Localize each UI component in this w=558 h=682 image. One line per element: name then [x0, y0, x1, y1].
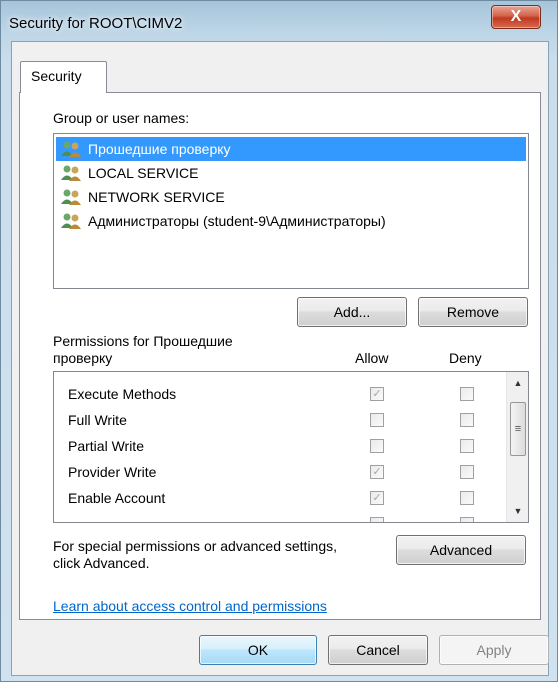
tab-security[interactable]: Security [20, 61, 107, 93]
apply-button[interactable]: Apply [439, 635, 549, 665]
scroll-thumb[interactable]: ≡ [510, 402, 526, 456]
deny-checkbox[interactable] [460, 387, 474, 401]
deny-checkbox[interactable] [460, 439, 474, 453]
ok-button[interactable]: OK [199, 635, 317, 665]
cancel-button[interactable]: Cancel [328, 635, 428, 665]
permission-name: Execute Methods [68, 386, 177, 402]
table-row: Enable Account ✓ [54, 486, 506, 512]
advanced-text-line1: For special permissions or advanced sett… [53, 538, 338, 554]
title-bar[interactable]: Security for ROOT\CIMV2 X [1, 1, 558, 43]
list-item-label: Администраторы (student-9\Администраторы… [88, 213, 386, 229]
allow-checkbox[interactable] [370, 439, 384, 453]
list-item[interactable]: NETWORK SERVICE [56, 185, 526, 209]
close-icon: X [510, 8, 522, 25]
permission-name: Full Write [68, 412, 127, 428]
security-dialog: Security for ROOT\CIMV2 X Security Group… [0, 0, 558, 682]
deny-checkbox[interactable] [460, 413, 474, 427]
allow-checkbox[interactable]: ✓ [370, 465, 384, 479]
table-row: Provider Write ✓ [54, 460, 506, 486]
scroll-down-icon[interactable]: ▼ [507, 502, 528, 520]
users-icon [60, 188, 84, 206]
permission-name: Partial Write [68, 438, 144, 454]
deny-checkbox[interactable] [460, 517, 474, 522]
scroll-up-icon[interactable]: ▲ [507, 374, 528, 392]
list-item[interactable]: Прошедшие проверку [56, 137, 526, 161]
remove-button[interactable]: Remove [418, 297, 528, 327]
group-user-list[interactable]: Прошедшие проверку LOCAL SERVICE NETWORK… [53, 133, 529, 289]
add-button[interactable]: Add... [297, 297, 407, 327]
allow-header: Allow [355, 350, 389, 366]
allow-checkbox[interactable]: ✓ [370, 491, 384, 505]
users-icon [60, 140, 84, 158]
deny-header: Deny [449, 350, 482, 366]
permission-name: Enable Account [68, 490, 166, 506]
table-row [54, 512, 506, 522]
deny-checkbox[interactable] [460, 465, 474, 479]
permissions-label-line1: Permissions for Прошедшие [53, 333, 233, 349]
allow-checkbox[interactable] [370, 413, 384, 427]
list-item-label: NETWORK SERVICE [88, 189, 225, 205]
users-icon [60, 164, 84, 182]
table-row: Full Write [54, 408, 506, 434]
users-icon [60, 212, 84, 230]
list-item-label: LOCAL SERVICE [88, 165, 199, 181]
table-row: Execute Methods ✓ [54, 382, 506, 408]
permissions-scrollbar[interactable]: ▲ ≡ ▼ [506, 372, 528, 522]
list-item[interactable]: Администраторы (student-9\Администраторы… [56, 209, 526, 233]
access-control-help-link[interactable]: Learn about access control and permissio… [53, 598, 327, 614]
allow-checkbox[interactable]: ✓ [370, 387, 384, 401]
allow-checkbox[interactable] [370, 517, 384, 522]
list-item[interactable]: LOCAL SERVICE [56, 161, 526, 185]
window-title: Security for ROOT\CIMV2 [9, 15, 183, 32]
advanced-button[interactable]: Advanced [396, 535, 526, 565]
permission-name: Provider Write [68, 464, 157, 480]
group-names-label: Group or user names: [53, 110, 190, 126]
table-row: Partial Write [54, 434, 506, 460]
list-item-label: Прошедшие проверку [88, 141, 231, 157]
deny-checkbox[interactable] [460, 491, 474, 505]
close-button[interactable]: X [491, 5, 541, 29]
permissions-label-line2: проверку [53, 350, 113, 366]
permissions-list[interactable]: Execute Methods ✓ Full Write Partial Wri… [53, 371, 529, 523]
advanced-text-line2: click Advanced. [53, 555, 150, 571]
